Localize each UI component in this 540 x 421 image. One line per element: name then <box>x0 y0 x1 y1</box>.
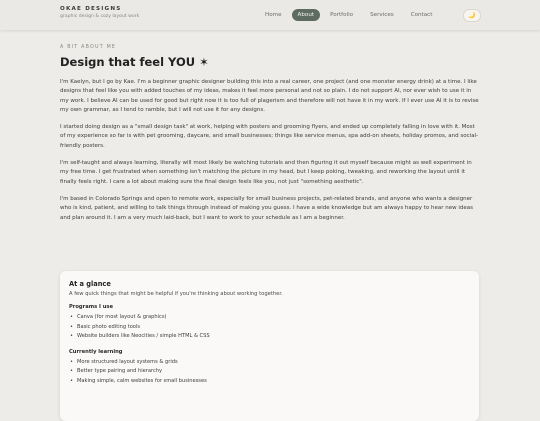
programs-list: Canva (for most layout & graphics) Basic… <box>69 313 470 342</box>
moon-icon: 🌙 <box>468 12 476 19</box>
nav-services-link[interactable]: Services <box>363 9 401 21</box>
nav-portfolio-link[interactable]: Portfolio <box>323 9 360 21</box>
nav-links: Home About Portfolio Services Contact <box>258 9 442 21</box>
card-subtitle: A few quick things that might be helpful… <box>69 291 283 297</box>
list-item: Basic photo editing tools <box>69 323 470 333</box>
about-section: A BIT ABOUT ME Design that feel YOU ✶ I'… <box>60 45 480 228</box>
theme-toggle-button[interactable]: 🌙 <box>463 9 481 22</box>
top-nav: OKAE DESIGNS graphic design & cozy layou… <box>0 0 540 30</box>
about-paragraph: I'm based in Colorado Springs and open t… <box>60 195 474 221</box>
programs-heading: Programs I use <box>69 304 114 310</box>
about-paragraph: I'm self-taught and always learning, lit… <box>60 160 472 185</box>
brand-title: OKAE DESIGNS <box>60 6 122 12</box>
brand[interactable]: OKAE DESIGNS graphic design & cozy layou… <box>60 6 139 19</box>
list-item: Making simple, calm websites for small b… <box>69 377 470 387</box>
learning-heading: Currently learning <box>69 348 123 355</box>
page-title: Design that feel YOU ✶ <box>60 55 209 69</box>
list-item: Better type pairing and hierarchy <box>69 367 470 377</box>
learning-list: More structured layout systems & grids B… <box>69 358 470 387</box>
list-item: Canva (for most layout & graphics) <box>69 313 470 323</box>
card-title: At a glance <box>69 280 111 288</box>
at-a-glance-card: At a glance A few quick things that migh… <box>60 271 479 421</box>
about-paragraph: I'm Kaelyn, but I go by Kae. I'm a begin… <box>60 79 479 113</box>
list-item: Website builders like Neocities / simple… <box>69 332 470 342</box>
list-item: More structured layout systems & grids <box>69 358 470 368</box>
about-paragraph: I started doing design as a "small desig… <box>60 124 479 149</box>
brand-subtitle: graphic design & cozy layout work <box>60 14 140 19</box>
nav-about-link[interactable]: About <box>291 9 321 21</box>
nav-contact-link[interactable]: Contact <box>404 9 440 21</box>
section-eyebrow: A BIT ABOUT ME <box>60 45 117 50</box>
nav-home-link[interactable]: Home <box>258 9 289 21</box>
